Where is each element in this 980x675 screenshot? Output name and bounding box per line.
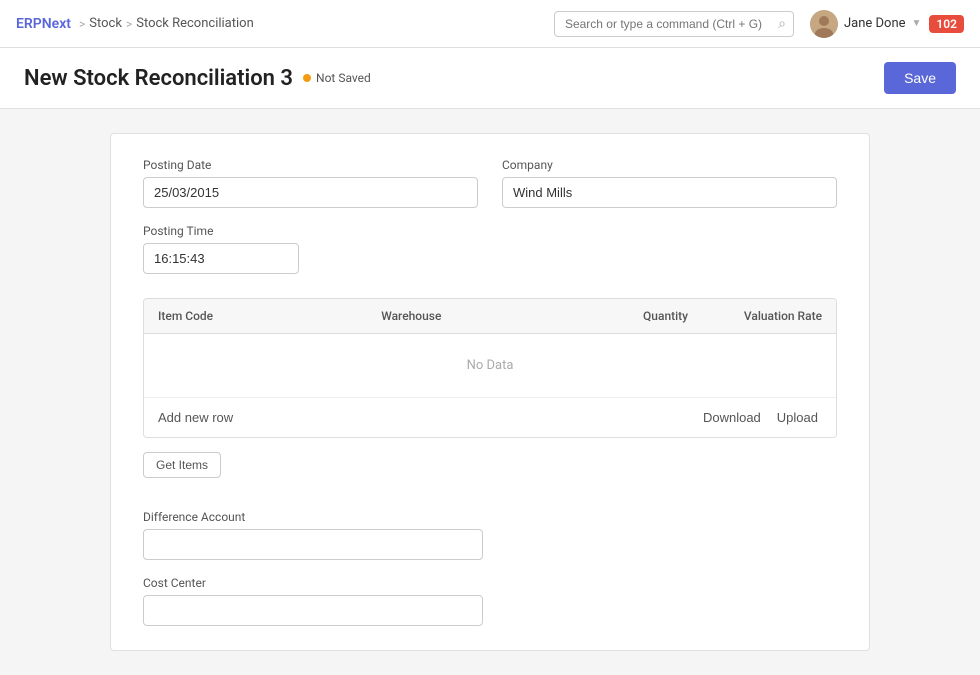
col-valuation-rate: Valuation Rate [702, 299, 836, 333]
navbar-search: ⌕ [554, 11, 794, 37]
navbar-crumb-reconciliation[interactable]: Stock Reconciliation [136, 16, 254, 31]
form-section: Posting Date Company Posting Time Item C… [110, 133, 870, 651]
not-saved-text: Not Saved [316, 71, 371, 85]
search-icon: ⌕ [778, 16, 786, 32]
posting-time-label: Posting Time [143, 224, 478, 238]
navbar-user[interactable]: Jane Done ▼ [810, 10, 921, 38]
posting-time-input[interactable] [143, 243, 299, 274]
company-col: Company [502, 158, 837, 208]
items-table: Item Code Warehouse Quantity Valuation R… [143, 298, 837, 438]
col-quantity: Quantity [590, 299, 702, 333]
page-header: New Stock Reconciliation 3 Not Saved Sav… [0, 48, 980, 109]
notification-badge[interactable]: 102 [929, 15, 964, 33]
upload-button[interactable]: Upload [773, 408, 822, 427]
form-row-date-company: Posting Date Company [143, 158, 837, 208]
avatar [810, 10, 838, 38]
navbar-sep-2: > [126, 17, 132, 31]
add-new-row-button[interactable]: Add new row [158, 410, 233, 425]
bottom-section: Difference Account Cost Center [143, 510, 837, 626]
main-content: Posting Date Company Posting Time Item C… [0, 109, 980, 675]
col-item-code: Item Code [144, 299, 367, 333]
difference-account-col: Difference Account [143, 510, 483, 560]
posting-date-label: Posting Date [143, 158, 478, 172]
cost-center-col: Cost Center [143, 576, 483, 626]
difference-account-input[interactable] [143, 529, 483, 560]
table-header: Item Code Warehouse Quantity Valuation R… [144, 299, 836, 334]
table-actions: Download Upload [699, 408, 822, 427]
page-title: New Stock Reconciliation 3 [24, 66, 293, 91]
difference-account-label: Difference Account [143, 510, 483, 524]
posting-date-input[interactable] [143, 177, 478, 208]
page-title-row: New Stock Reconciliation 3 Not Saved [24, 66, 371, 91]
form-row-time: Posting Time [143, 224, 837, 274]
posting-date-col: Posting Date [143, 158, 478, 208]
empty-col [502, 224, 837, 274]
not-saved-dot [303, 74, 311, 82]
company-input[interactable] [502, 177, 837, 208]
table-no-data-row: No Data [144, 334, 836, 398]
cost-center-label: Cost Center [143, 576, 483, 590]
table-footer: Add new row Download Upload [144, 398, 836, 437]
get-items-button[interactable]: Get Items [143, 452, 221, 478]
save-button[interactable]: Save [884, 62, 956, 94]
col-warehouse: Warehouse [367, 299, 590, 333]
company-label: Company [502, 158, 837, 172]
navbar: ERPNext > Stock > Stock Reconciliation ⌕… [0, 0, 980, 48]
navbar-sep-1: > [79, 17, 85, 31]
chevron-down-icon: ▼ [912, 18, 922, 29]
cost-center-input[interactable] [143, 595, 483, 626]
search-input[interactable] [554, 11, 794, 37]
navbar-brand[interactable]: ERPNext [16, 16, 71, 32]
user-name: Jane Done [844, 16, 906, 31]
not-saved-badge: Not Saved [303, 71, 371, 85]
download-button[interactable]: Download [699, 408, 765, 427]
navbar-crumb-stock[interactable]: Stock [89, 16, 122, 31]
posting-time-col: Posting Time [143, 224, 478, 274]
no-data-text: No Data [467, 358, 514, 373]
